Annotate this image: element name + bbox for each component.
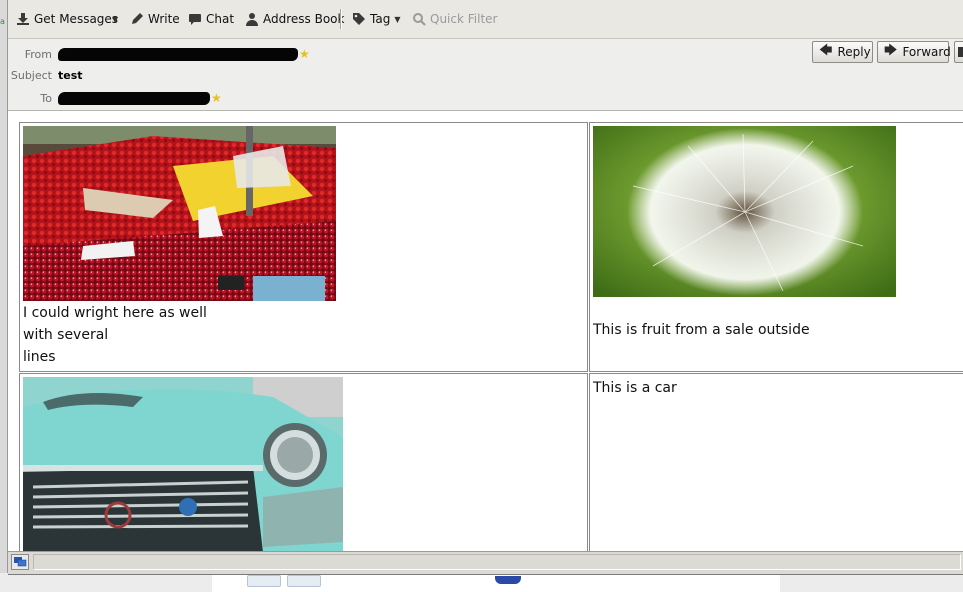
write-button[interactable]: Write bbox=[130, 10, 180, 28]
quick-filter-button[interactable]: Quick Filter bbox=[412, 10, 497, 28]
text-line: lines bbox=[23, 349, 56, 365]
subject-value: test bbox=[58, 68, 83, 82]
quick-filter-label: Quick Filter bbox=[430, 12, 498, 26]
subject-row: Subject test bbox=[8, 67, 83, 83]
contact-icon bbox=[245, 12, 259, 26]
more-actions-button[interactable] bbox=[954, 41, 963, 63]
main-toolbar: Get Messages ▼ Write Chat Address Book T… bbox=[8, 0, 963, 39]
desktop-background-strip bbox=[0, 573, 963, 592]
magnifier-icon bbox=[412, 12, 426, 26]
online-status-icon[interactable] bbox=[11, 554, 29, 570]
forward-label: Forward bbox=[902, 45, 951, 59]
to-row: To ★ bbox=[8, 90, 222, 106]
tag-label: Tag bbox=[370, 12, 391, 26]
chat-label: Chat bbox=[206, 12, 235, 26]
tag-icon bbox=[352, 12, 366, 26]
forward-button[interactable]: 🡆 Forward bbox=[877, 41, 951, 63]
from-row: From ★ bbox=[8, 46, 310, 62]
write-label: Write bbox=[148, 12, 180, 26]
dropdown-arrow-icon: ▼ bbox=[112, 14, 119, 24]
dandelion-photo bbox=[593, 126, 896, 300]
pencil-icon bbox=[130, 12, 144, 26]
left-window-edge: a bbox=[0, 0, 8, 575]
from-label: From bbox=[24, 47, 52, 61]
to-label: To bbox=[40, 91, 52, 105]
table-cell: This is fruit from a sale outside bbox=[589, 122, 963, 372]
get-messages-button[interactable]: Get Messages bbox=[16, 10, 118, 28]
reply-arrow-icon: 🡄 bbox=[819, 43, 833, 58]
get-messages-label: Get Messages bbox=[34, 12, 119, 26]
address-book-button[interactable]: Address Book bbox=[245, 10, 344, 28]
status-bar bbox=[8, 551, 963, 575]
star-icon[interactable]: ★ bbox=[211, 91, 222, 105]
address-book-label: Address Book bbox=[263, 12, 345, 26]
tag-button[interactable]: Tag ▼ bbox=[352, 10, 400, 28]
trash-icon bbox=[958, 47, 963, 57]
from-redacted-address[interactable] bbox=[58, 47, 298, 61]
download-icon bbox=[16, 12, 30, 26]
table-cell: I could wright here as well with several… bbox=[19, 122, 588, 372]
get-messages-dropdown[interactable]: ▼ bbox=[112, 10, 118, 28]
chat-bubble-icon bbox=[188, 12, 202, 26]
market-fruit-photo bbox=[23, 126, 336, 304]
toolbar-separator bbox=[340, 9, 342, 29]
cell-text: I could wright here as well with several… bbox=[23, 302, 207, 368]
reply-label: Reply bbox=[837, 45, 871, 59]
cell-text: This is fruit from a sale outside bbox=[593, 322, 810, 338]
reply-button[interactable]: 🡄 Reply bbox=[812, 41, 873, 63]
text-line: I could wright here as well bbox=[23, 305, 207, 321]
status-message-area bbox=[33, 554, 961, 570]
table-cell: This is a car bbox=[589, 373, 963, 551]
to-redacted-address[interactable] bbox=[58, 91, 210, 105]
star-icon[interactable]: ★ bbox=[299, 47, 310, 61]
tag-dropdown-arrow-icon: ▼ bbox=[394, 14, 401, 24]
subject-label: Subject bbox=[10, 68, 52, 82]
cell-text: This is a car bbox=[593, 380, 677, 396]
forward-arrow-icon: 🡆 bbox=[884, 43, 898, 58]
message-body: I could wright here as well with several… bbox=[8, 111, 963, 551]
text-line: with several bbox=[23, 327, 109, 343]
table-cell bbox=[19, 373, 588, 551]
chat-button[interactable]: Chat bbox=[188, 10, 234, 28]
message-header-pane: From ★ Subject test To ★ 🡄 Reply 🡆 Forwa… bbox=[8, 39, 963, 111]
car-photo bbox=[23, 377, 343, 551]
